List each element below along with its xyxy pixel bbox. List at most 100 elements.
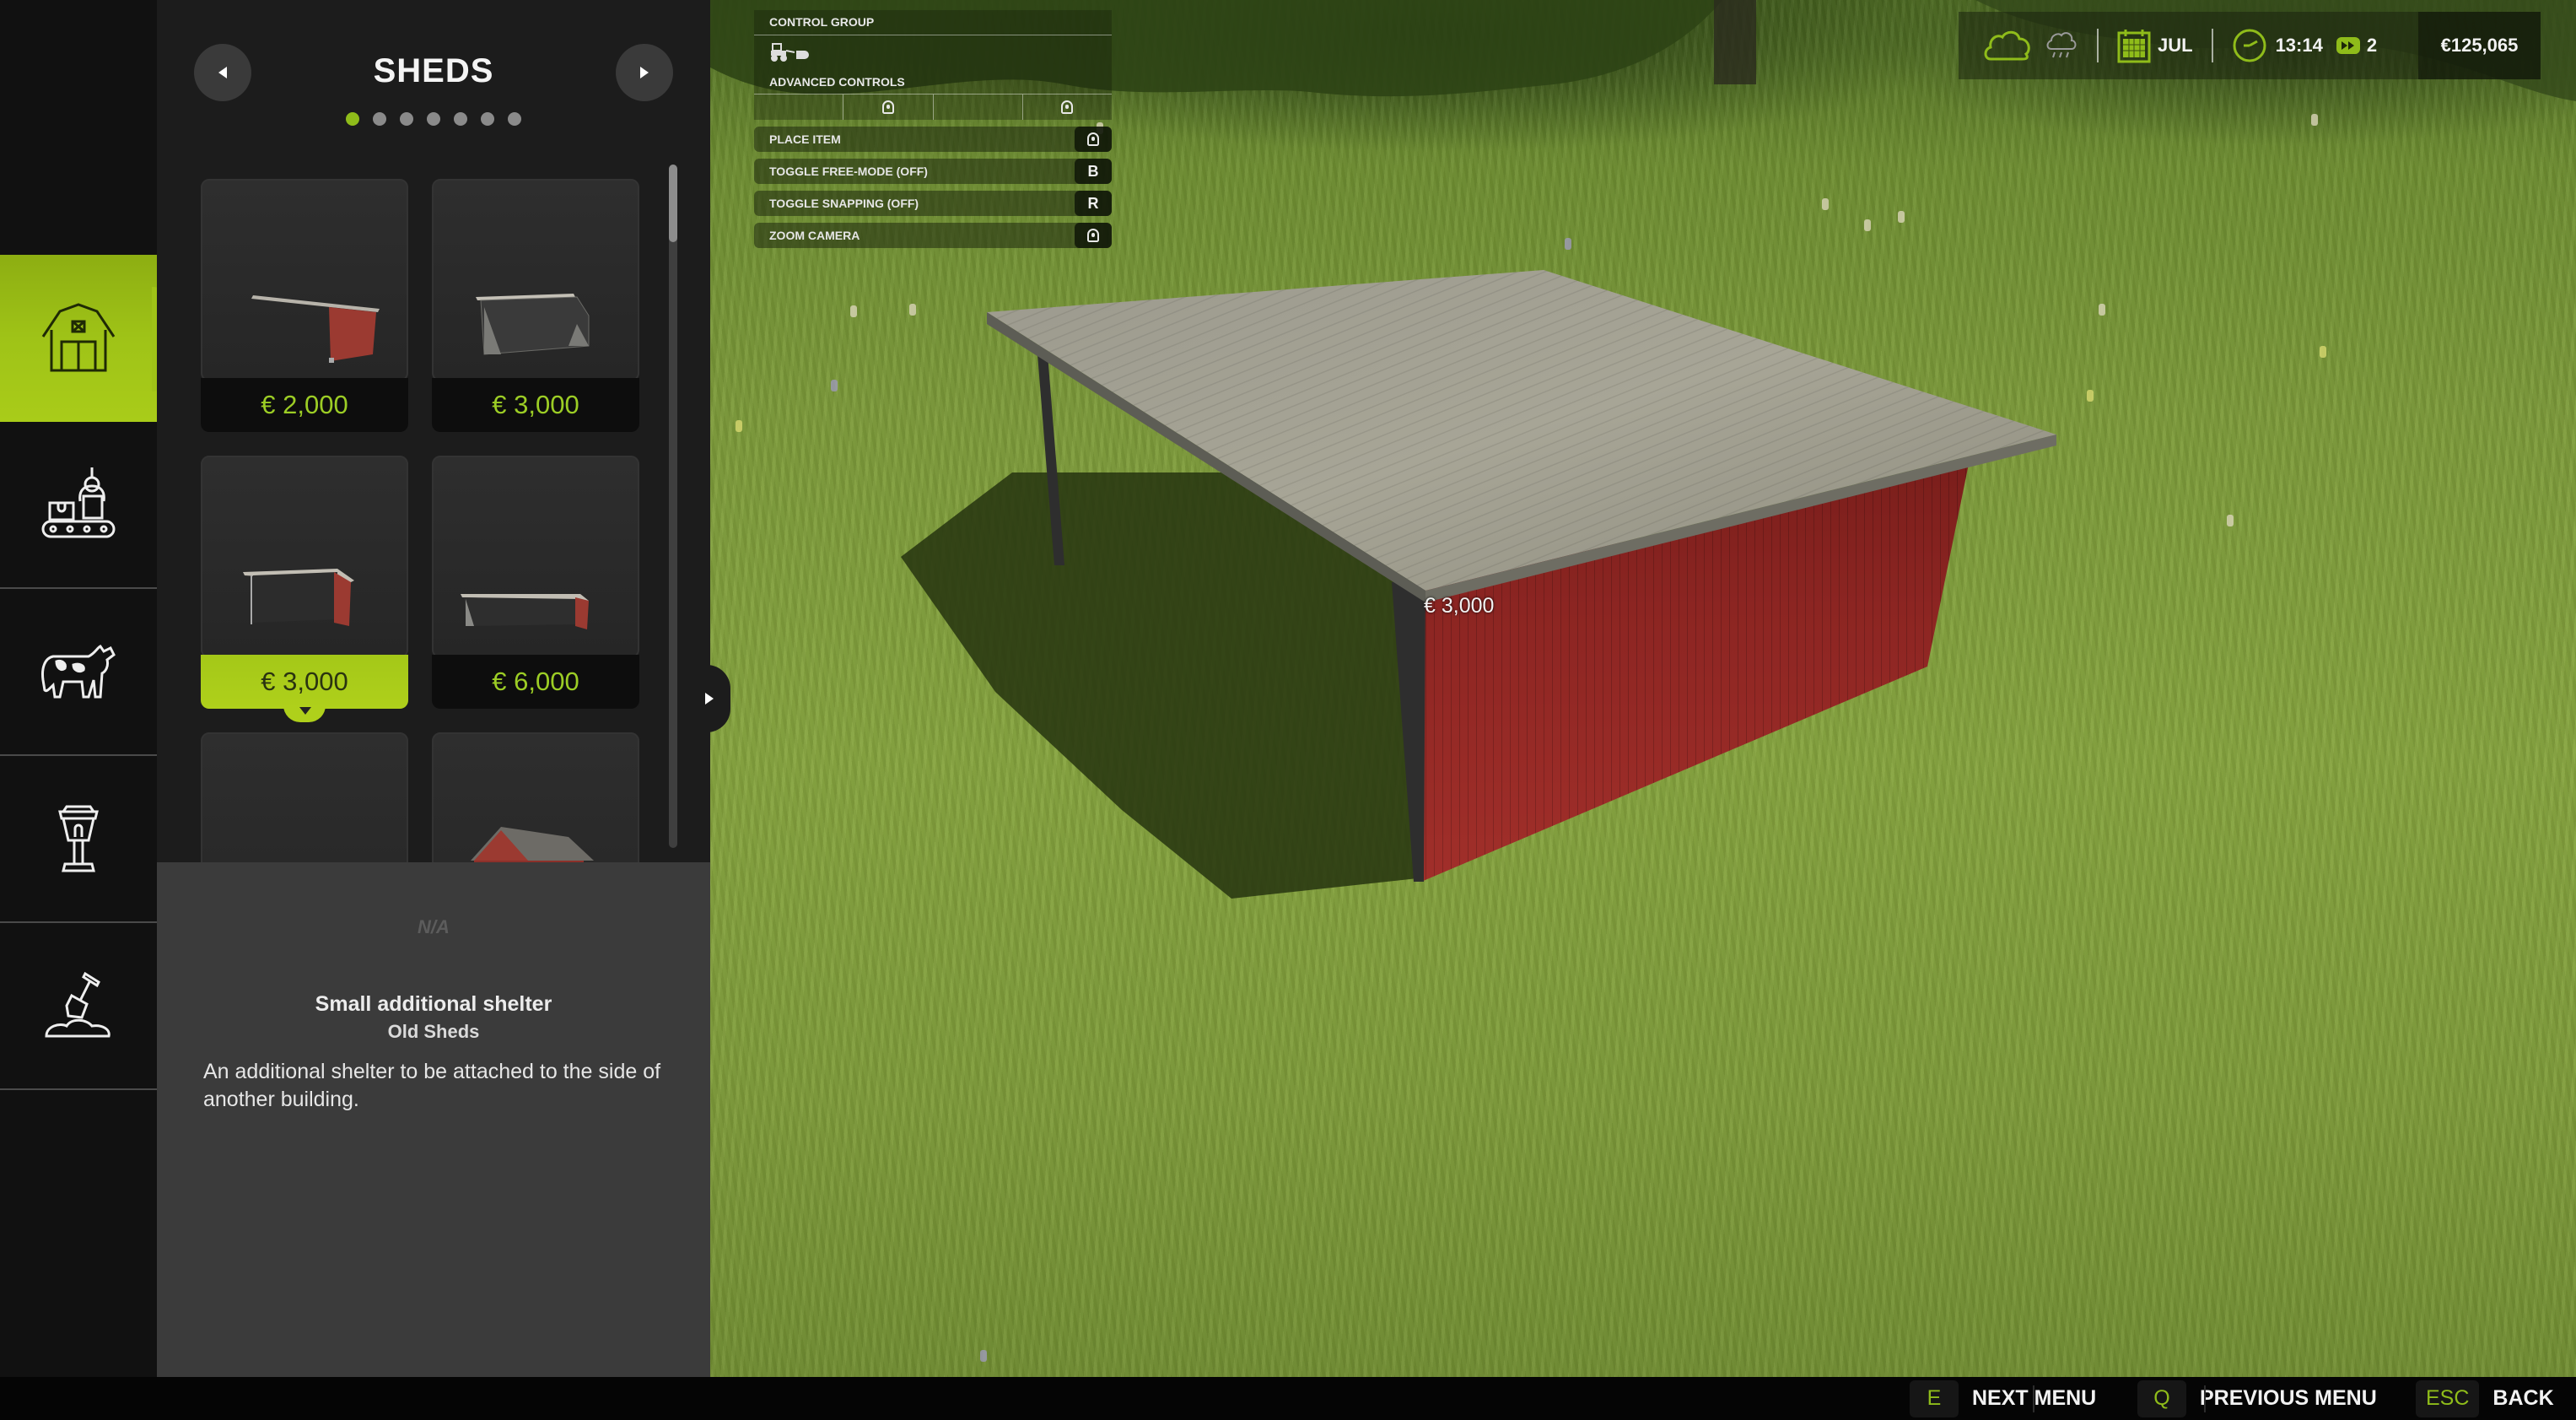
control-zoom-camera[interactable]: ZOOM CAMERA xyxy=(754,223,1112,248)
red-gabled-shed-thumbnail xyxy=(471,827,594,862)
time-label: 13:14 xyxy=(2275,35,2323,56)
flower xyxy=(736,420,742,432)
status-bar: JUL 13:14 2 €125,065 xyxy=(1959,12,2541,79)
cloud-icon xyxy=(1984,30,2030,61)
advanced-control-slot[interactable] xyxy=(1023,94,1112,120)
catalog-item[interactable]: € 6,000 xyxy=(432,456,639,710)
flower xyxy=(1565,238,1571,250)
separator xyxy=(2204,1385,2206,1412)
control-label: ZOOM CAMERA xyxy=(769,229,860,242)
key-hint-label: BACK xyxy=(2492,1386,2554,1410)
key-hint: B xyxy=(1075,159,1112,184)
flower xyxy=(980,1350,987,1362)
advanced-control-slot[interactable] xyxy=(754,94,844,120)
sidebar-item-decoration[interactable] xyxy=(0,756,157,923)
catalog-item[interactable] xyxy=(201,732,408,862)
catalog-scrollbar[interactable] xyxy=(669,165,677,848)
control-toggle-snapping[interactable]: TOGGLE SNAPPING (OFF) R xyxy=(754,191,1112,216)
catalog-scrollbar-thumb[interactable] xyxy=(669,165,677,242)
advanced-control-slot[interactable] xyxy=(934,94,1023,120)
item-grid: € 2,000 € 3,000 € 3,000 € 6,000 xyxy=(201,179,649,862)
flower xyxy=(909,304,916,316)
mouse-wheel-icon xyxy=(1087,229,1099,242)
control-place-item[interactable]: PLACE ITEM xyxy=(754,127,1112,152)
key-hint xyxy=(1075,127,1112,152)
arrow-right-icon xyxy=(640,67,649,78)
month-label: JUL xyxy=(2158,35,2193,56)
page-dot[interactable] xyxy=(508,112,521,126)
back-hint[interactable]: ESC BACK xyxy=(2416,1377,2554,1420)
next-menu-hint[interactable]: E NEXT MENU xyxy=(1910,1377,2096,1420)
item-name: Small additional shelter xyxy=(315,992,552,1016)
page-dot[interactable] xyxy=(373,112,386,126)
placement-price-label: € 3,000 xyxy=(1424,594,1495,618)
flower xyxy=(2227,515,2234,526)
page-indicator xyxy=(157,112,710,126)
item-price: € 3,000 xyxy=(432,378,639,432)
control-label: TOGGLE SNAPPING (OFF) xyxy=(769,197,919,210)
control-label: PLACE ITEM xyxy=(769,132,841,146)
flower xyxy=(850,305,857,317)
key-e: E xyxy=(1910,1380,1959,1417)
shovel-icon xyxy=(45,971,110,1038)
rain-cloud-icon xyxy=(2046,32,2077,58)
advanced-control-slot[interactable] xyxy=(843,94,934,120)
control-group-row xyxy=(754,35,1112,69)
page-dot[interactable] xyxy=(427,112,440,126)
fast-forward-icon[interactable] xyxy=(2336,37,2360,54)
control-toggle-free-mode[interactable]: TOGGLE FREE-MODE (OFF) B xyxy=(754,159,1112,184)
separator xyxy=(2097,29,2099,62)
key-q: Q xyxy=(2137,1380,2186,1417)
flower xyxy=(2087,390,2094,402)
catalog-item[interactable]: € 2,000 xyxy=(201,179,408,434)
production-conveyor-icon xyxy=(41,467,116,538)
flower xyxy=(2311,114,2318,126)
time-speed-label: 2 xyxy=(2366,35,2378,56)
flower xyxy=(1822,198,1829,210)
money-display: €125,065 xyxy=(2418,12,2541,79)
next-category-button[interactable] xyxy=(616,44,673,101)
advanced-controls-row xyxy=(754,94,1112,120)
item-stat-na: N/A xyxy=(418,916,450,937)
item-preview xyxy=(432,732,639,862)
item-description: An additional shelter to be attached to … xyxy=(203,1060,661,1111)
control-label: TOGGLE FREE-MODE (OFF) xyxy=(769,165,928,178)
sidebar-item-landscaping[interactable] xyxy=(0,923,157,1090)
grey-open-shed-thumbnail xyxy=(476,294,590,355)
catalog-item-selected[interactable]: € 3,000 xyxy=(201,456,408,722)
sidebar-item-buildings[interactable] xyxy=(0,255,157,422)
previous-menu-hint[interactable]: Q PREVIOUS MENU xyxy=(2137,1377,2377,1420)
item-price: € 6,000 xyxy=(432,655,639,709)
page-dot[interactable] xyxy=(400,112,413,126)
long-open-shed-thumbnail xyxy=(461,594,589,629)
key-hint-label: PREVIOUS MENU xyxy=(2200,1386,2377,1410)
calendar-icon xyxy=(2117,30,2151,63)
tractor-loader-icon xyxy=(771,43,809,62)
sidebar-item-production[interactable] xyxy=(0,422,157,589)
flower xyxy=(2099,304,2105,316)
page-dot[interactable] xyxy=(481,112,494,126)
catalog-item[interactable]: € 3,000 xyxy=(432,179,639,434)
key-hint: R xyxy=(1075,191,1112,216)
mouse-left-click-icon xyxy=(1087,132,1099,146)
flower xyxy=(1864,219,1871,231)
small-additional-shelter-thumbnail xyxy=(243,569,354,626)
key-hints-bar: E NEXT MENU Q PREVIOUS MENU ESC BACK xyxy=(0,1377,2576,1420)
item-preview xyxy=(432,179,639,381)
item-price: € 2,000 xyxy=(201,378,408,432)
sidebar-item-animals[interactable] xyxy=(0,589,157,756)
lamp-post-icon xyxy=(58,805,99,872)
key-esc: ESC xyxy=(2416,1380,2480,1417)
item-details-panel: N/A Small additional shelter Old Sheds A… xyxy=(157,862,710,1377)
catalog-item[interactable] xyxy=(432,732,639,862)
item-preview xyxy=(201,732,408,862)
cow-icon xyxy=(41,645,116,699)
item-category: Old Sheds xyxy=(387,1021,480,1042)
controls-help-panel: CONTROL GROUP ADVANCED CONTROLS PLACE IT… xyxy=(754,10,1112,248)
item-preview xyxy=(432,456,639,658)
page-dot[interactable] xyxy=(346,112,359,126)
category-sidebar xyxy=(0,0,177,1377)
flower xyxy=(1898,211,1905,223)
key-hint xyxy=(1075,223,1112,248)
page-dot[interactable] xyxy=(454,112,467,126)
